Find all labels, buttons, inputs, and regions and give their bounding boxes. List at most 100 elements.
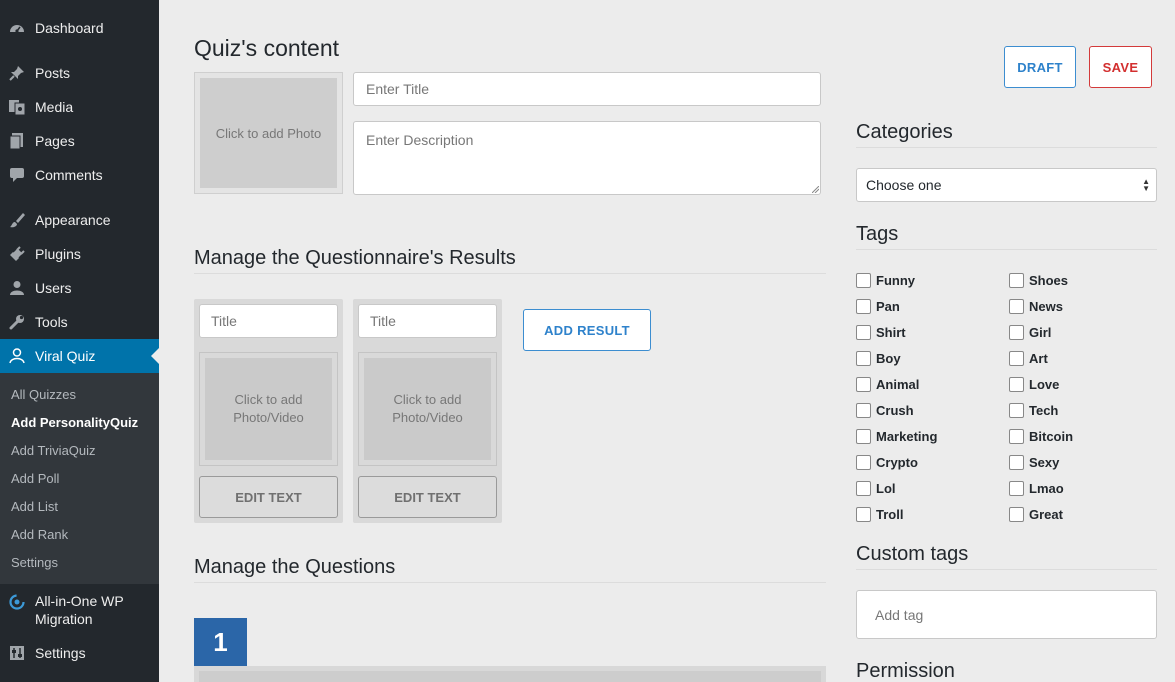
checkbox[interactable] [856,377,871,392]
tag-checkbox-animal[interactable]: Animal [856,377,919,392]
sidebar-item-label-line2: Migration [35,611,93,627]
checkbox[interactable] [1009,377,1024,392]
checkbox[interactable] [1009,481,1024,496]
question-panel-inner [199,671,821,682]
result-media-upload[interactable]: Click to add Photo/Video [199,352,338,466]
checkbox[interactable] [856,325,871,340]
checkbox[interactable] [856,299,871,314]
draft-button[interactable]: DRAFT [1004,46,1076,88]
tag-checkbox-girl[interactable]: Girl [1009,325,1051,340]
submenu-item-add-poll[interactable]: Add Poll [11,471,59,486]
add-tag-input[interactable]: Add tag [856,590,1157,639]
checkbox[interactable] [1009,403,1024,418]
comment-icon [8,166,26,184]
tag-checkbox-crush[interactable]: Crush [856,403,914,418]
checkbox[interactable] [1009,429,1024,444]
tag-checkbox-marketing[interactable]: Marketing [856,429,937,444]
admin-sidebar: Dashboard Posts Media Pages Comments App… [0,0,159,682]
sidebar-item-label: Dashboard [35,20,104,36]
sidebar-item-dashboard[interactable]: Dashboard [0,11,159,45]
tag-checkbox-funny[interactable]: Funny [856,273,915,288]
settings-icon [8,644,26,662]
edit-text-button[interactable]: EDIT TEXT [358,476,497,518]
media-placeholder-line2: Photo/Video [392,410,463,425]
submenu-item-add-trivia-quiz[interactable]: Add TriviaQuiz [11,443,96,458]
tag-label: Boy [876,351,901,366]
quiz-photo-upload[interactable]: Click to add Photo [194,72,343,194]
sidebar-item-label: Appearance [35,212,111,228]
permission-heading: Permission [856,660,955,682]
tag-label: Love [1029,377,1060,392]
edit-text-button[interactable]: EDIT TEXT [199,476,338,518]
sidebar-item-label: Viral Quiz [35,348,96,364]
migration-icon [8,593,26,611]
sidebar-item-settings[interactable]: Settings [0,636,159,670]
media-placeholder: Click to add Photo/Video [205,358,332,460]
tag-checkbox-boy[interactable]: Boy [856,351,901,366]
checkbox[interactable] [1009,455,1024,470]
submenu-item-add-list[interactable]: Add List [11,499,58,514]
sidebar-item-appearance[interactable]: Appearance [0,203,159,237]
submenu-item-settings[interactable]: Settings [11,555,58,570]
sidebar-item-users[interactable]: Users [0,271,159,305]
result-title-input[interactable]: Title [199,304,338,338]
sidebar-item-label: Plugins [35,246,81,262]
tag-checkbox-great[interactable]: Great [1009,507,1063,522]
tag-checkbox-love[interactable]: Love [1009,377,1059,392]
sidebar-item-plugins[interactable]: Plugins [0,237,159,271]
checkbox[interactable] [1009,299,1024,314]
sidebar-item-label: Pages [35,133,75,149]
tag-checkbox-bitcoin[interactable]: Bitcoin [1009,429,1073,444]
result-card: Title Click to add Photo/Video EDIT TEXT [194,299,343,523]
description-placeholder: Enter Description [366,132,474,148]
tag-checkbox-crypto[interactable]: Crypto [856,455,918,470]
quiz-description-input[interactable]: Enter Description [353,121,821,195]
checkbox[interactable] [856,273,871,288]
save-button[interactable]: SAVE [1089,46,1152,88]
checkbox[interactable] [1009,507,1024,522]
tag-label: Lol [876,481,896,496]
tag-label: Animal [876,377,920,392]
tag-checkbox-shirt[interactable]: Shirt [856,325,906,340]
checkbox[interactable] [1009,351,1024,366]
tag-checkbox-tech[interactable]: Tech [1009,403,1058,418]
tag-checkbox-pan[interactable]: Pan [856,299,900,314]
add-result-button[interactable]: ADD RESULT [523,309,651,351]
sidebar-item-tools[interactable]: Tools [0,305,159,339]
tags-divider [856,249,1157,250]
checkbox[interactable] [856,507,871,522]
tag-checkbox-troll[interactable]: Troll [856,507,903,522]
quiz-title-input[interactable]: Enter Title [353,72,821,106]
sidebar-item-all-in-one-wp-migration[interactable]: All-in-One WP Migration [0,584,159,628]
tag-checkbox-sexy[interactable]: Sexy [1009,455,1059,470]
checkbox[interactable] [856,351,871,366]
custom-tags-heading: Custom tags [856,543,969,565]
checkbox[interactable] [1009,273,1024,288]
result-media-upload[interactable]: Click to add Photo/Video [358,352,497,466]
sidebar-item-viral-quiz[interactable]: Viral Quiz [0,339,159,373]
categories-select[interactable]: Choose one ▲ ▼ [856,168,1157,202]
brush-icon [8,211,26,229]
checkbox[interactable] [856,481,871,496]
tag-checkbox-shoes[interactable]: Shoes [1009,273,1068,288]
sidebar-item-pages[interactable]: Pages [0,124,159,158]
sidebar-item-media[interactable]: Media [0,90,159,124]
tag-checkbox-lmao[interactable]: Lmao [1009,481,1064,496]
tag-checkbox-news[interactable]: News [1009,299,1063,314]
sidebar-item-comments[interactable]: Comments [0,158,159,192]
submenu-item-add-rank[interactable]: Add Rank [11,527,68,542]
result-card: Title Click to add Photo/Video EDIT TEXT [353,299,502,523]
tag-checkbox-lol[interactable]: Lol [856,481,896,496]
checkbox[interactable] [856,429,871,444]
submenu-item-all-quizzes[interactable]: All Quizzes [11,387,76,402]
result-title-input[interactable]: Title [358,304,497,338]
submenu-item-add-personality-quiz[interactable]: Add PersonalityQuiz [11,415,138,430]
plug-icon [8,245,26,263]
tag-checkbox-art[interactable]: Art [1009,351,1048,366]
checkbox[interactable] [856,403,871,418]
checkbox[interactable] [1009,325,1024,340]
sidebar-item-posts[interactable]: Posts [0,56,159,90]
resize-handle-icon[interactable] [812,186,819,193]
checkbox[interactable] [856,455,871,470]
sidebar-item-label: Users [35,280,72,296]
